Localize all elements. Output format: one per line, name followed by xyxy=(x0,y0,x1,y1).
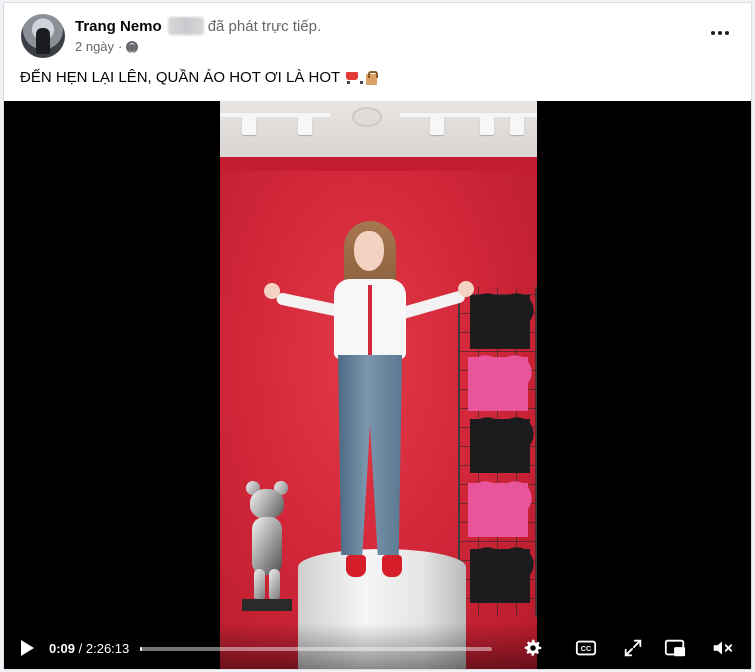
post-action-text: đã phát trực tiếp. xyxy=(207,17,322,35)
seek-bar-fill xyxy=(140,647,142,651)
post-meta: 2 ngày · xyxy=(75,39,139,54)
current-time: 0:09 xyxy=(49,641,76,656)
avatar-figure xyxy=(36,28,50,54)
mute-icon xyxy=(713,641,733,655)
feed-post-card: Trang Nemo đã phát trực tiếp. 2 ngày · Đ… xyxy=(3,2,752,670)
more-options-icon xyxy=(711,31,715,35)
author-name-link[interactable]: Trang Nemo xyxy=(75,18,162,35)
mute-button[interactable] xyxy=(710,637,734,659)
captions-button[interactable]: CC xyxy=(574,637,598,659)
video-frame xyxy=(220,101,537,669)
seek-bar[interactable] xyxy=(140,647,492,651)
settings-button[interactable] xyxy=(521,637,545,659)
meta-separator: · xyxy=(118,39,123,54)
globe-icon[interactable] xyxy=(126,40,139,53)
settings-gear-icon xyxy=(524,639,542,656)
fullscreen-button[interactable] xyxy=(621,637,645,659)
caption-text: ĐẾN HẸN LẠI LÊN, QUẦN ÁO HOT ƠI LÀ HOT xyxy=(20,69,341,86)
post-timestamp-link[interactable]: 2 ngày xyxy=(75,39,114,54)
redacted-name-blur xyxy=(167,17,204,35)
play-icon xyxy=(21,640,34,656)
captions-icon: CC xyxy=(575,640,597,656)
live-video-player[interactable]: 0:09 / 2:26:13 CC xyxy=(4,101,751,669)
fullscreen-icon xyxy=(624,639,642,657)
shopping-bag-icon xyxy=(364,70,379,85)
studio-ceiling xyxy=(220,101,537,159)
picture-in-picture-button[interactable] xyxy=(663,637,687,659)
svg-text:CC: CC xyxy=(581,644,592,653)
chrome-bear-figurine xyxy=(242,481,292,611)
play-button[interactable] xyxy=(18,639,36,657)
video-controls-bar: 0:09 / 2:26:13 CC xyxy=(4,623,751,669)
presenter xyxy=(264,221,480,601)
picture-in-picture-icon xyxy=(664,639,686,657)
shopping-cart-icon xyxy=(344,71,364,85)
post-header-line: Trang Nemo đã phát trực tiếp. xyxy=(75,17,321,35)
duration: 2:26:13 xyxy=(85,641,130,656)
video-time: 0:09 / 2:26:13 xyxy=(49,641,130,656)
post-caption: ĐẾN HẸN LẠI LÊN, QUẦN ÁO HOT ƠI LÀ HOT xyxy=(20,69,379,86)
more-options-button[interactable] xyxy=(707,23,733,43)
author-avatar[interactable] xyxy=(21,14,65,58)
